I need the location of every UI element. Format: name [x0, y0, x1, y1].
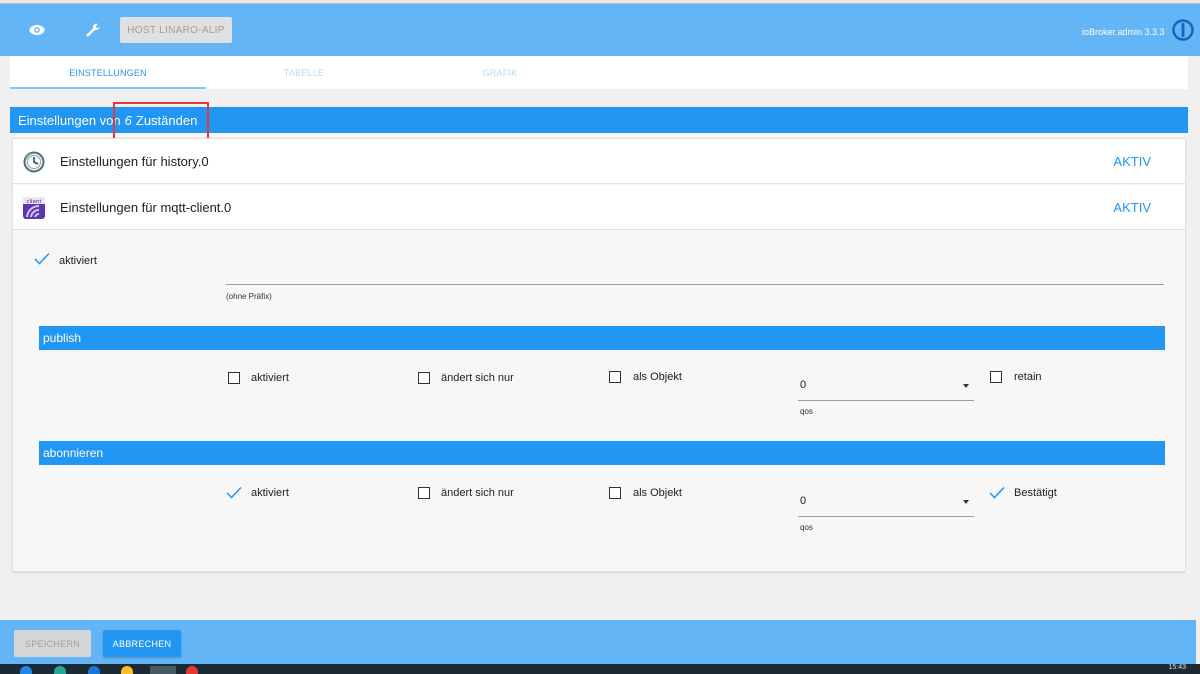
folder-icon[interactable]: [121, 666, 133, 674]
subscribe-as-object-checkbox[interactable]: [609, 487, 621, 499]
mqtt-client-icon: client: [23, 197, 45, 219]
adapter-row-mqtt-client[interactable]: client Einstellungen für mqtt-client.0 A…: [13, 185, 1185, 230]
svg-text:client: client: [26, 199, 42, 205]
chevron-down-icon[interactable]: [963, 384, 969, 388]
prefix-input[interactable]: [226, 284, 1164, 285]
publish-retain-label: retain: [1014, 371, 1042, 383]
taskbar-app-icon[interactable]: [186, 666, 198, 674]
taskbar-app-icon[interactable]: [150, 666, 176, 674]
active-tab-indicator: [10, 87, 206, 89]
highlight-annotation-box: [113, 102, 209, 142]
os-taskbar: 15:43: [0, 664, 1200, 674]
publish-qos-select[interactable]: [798, 400, 974, 401]
settings-panel: Einstellungen von 6 Zuständen Einstellun…: [10, 102, 1188, 574]
tab-grafik[interactable]: GRAFIK: [402, 56, 598, 89]
publish-as-object-label: als Objekt: [633, 371, 682, 383]
subscribe-section-header: abonnieren: [39, 441, 1165, 465]
subscribe-enabled-checkmark-icon[interactable]: [226, 486, 242, 500]
adapter-row-history[interactable]: Einstellungen für history.0 AKTIV: [13, 139, 1185, 184]
adapter-title: Einstellungen für history.0: [60, 153, 209, 169]
publish-qos-label: qos: [800, 407, 813, 416]
publish-section-header: publish: [39, 326, 1165, 350]
tab-bar: EINSTELLUNGEN TABELLE GRAFIK: [10, 56, 1188, 89]
subscribe-changes-only-checkbox[interactable]: [418, 487, 430, 499]
dialog-footer: SPEICHERN ABBRECHEN: [0, 620, 1196, 664]
adapter-title: Einstellungen für mqtt-client.0: [60, 199, 232, 215]
adapter-settings-card: Einstellungen für history.0 AKTIV client…: [12, 138, 1186, 572]
subscribe-as-object-label: als Objekt: [633, 487, 682, 499]
tab-einstellungen[interactable]: EINSTELLUNGEN: [10, 56, 206, 89]
subscribe-qos-value[interactable]: 0: [800, 495, 806, 507]
history-clock-icon: [23, 151, 45, 173]
prefix-hint: (ohne Präfix): [226, 292, 272, 301]
adapter-status[interactable]: AKTIV: [1113, 200, 1151, 215]
enabled-label: aktiviert: [59, 255, 97, 267]
taskbar-app-icon[interactable]: [54, 666, 66, 674]
subscribe-ack-checkmark-icon[interactable]: [989, 486, 1005, 500]
publish-enabled-label: aktiviert: [251, 372, 289, 384]
eye-icon[interactable]: [22, 4, 52, 56]
publish-enabled-checkbox[interactable]: [228, 372, 240, 384]
publish-as-object-checkbox[interactable]: [609, 371, 621, 383]
header-title-prefix: Einstellungen von: [18, 112, 121, 128]
save-button[interactable]: SPEICHERN: [14, 630, 91, 657]
subscribe-changes-only-label: ändert sich nur: [441, 487, 514, 499]
chevron-down-icon[interactable]: [963, 500, 969, 504]
wrench-icon[interactable]: [78, 4, 108, 56]
subscribe-enabled-label: aktiviert: [251, 487, 289, 499]
taskbar-clock: 15:43: [1168, 664, 1186, 671]
subscribe-ack-label: Bestätigt: [1014, 487, 1057, 499]
subscribe-qos-select[interactable]: [798, 516, 974, 517]
version-label: ioBroker.admin 3.3.3: [1082, 27, 1165, 37]
publish-changes-only-checkbox[interactable]: [418, 372, 430, 384]
adapter-status[interactable]: AKTIV: [1113, 154, 1151, 169]
publish-changes-only-label: ändert sich nur: [441, 372, 514, 384]
app-header: HOST LINARO-ALIP ioBroker.admin 3.3.3: [0, 4, 1200, 56]
subscribe-qos-label: qos: [800, 523, 813, 532]
enabled-checkmark-icon[interactable]: [34, 252, 50, 266]
cancel-button[interactable]: ABBRECHEN: [103, 630, 181, 657]
publish-qos-value[interactable]: 0: [800, 379, 806, 391]
tab-tabelle[interactable]: TABELLE: [206, 56, 402, 89]
power-logo-icon[interactable]: [1170, 4, 1196, 56]
taskbar-app-icon[interactable]: [88, 666, 100, 674]
host-button[interactable]: HOST LINARO-ALIP: [120, 17, 232, 43]
publish-retain-checkbox[interactable]: [990, 371, 1002, 383]
start-icon[interactable]: [20, 666, 32, 674]
